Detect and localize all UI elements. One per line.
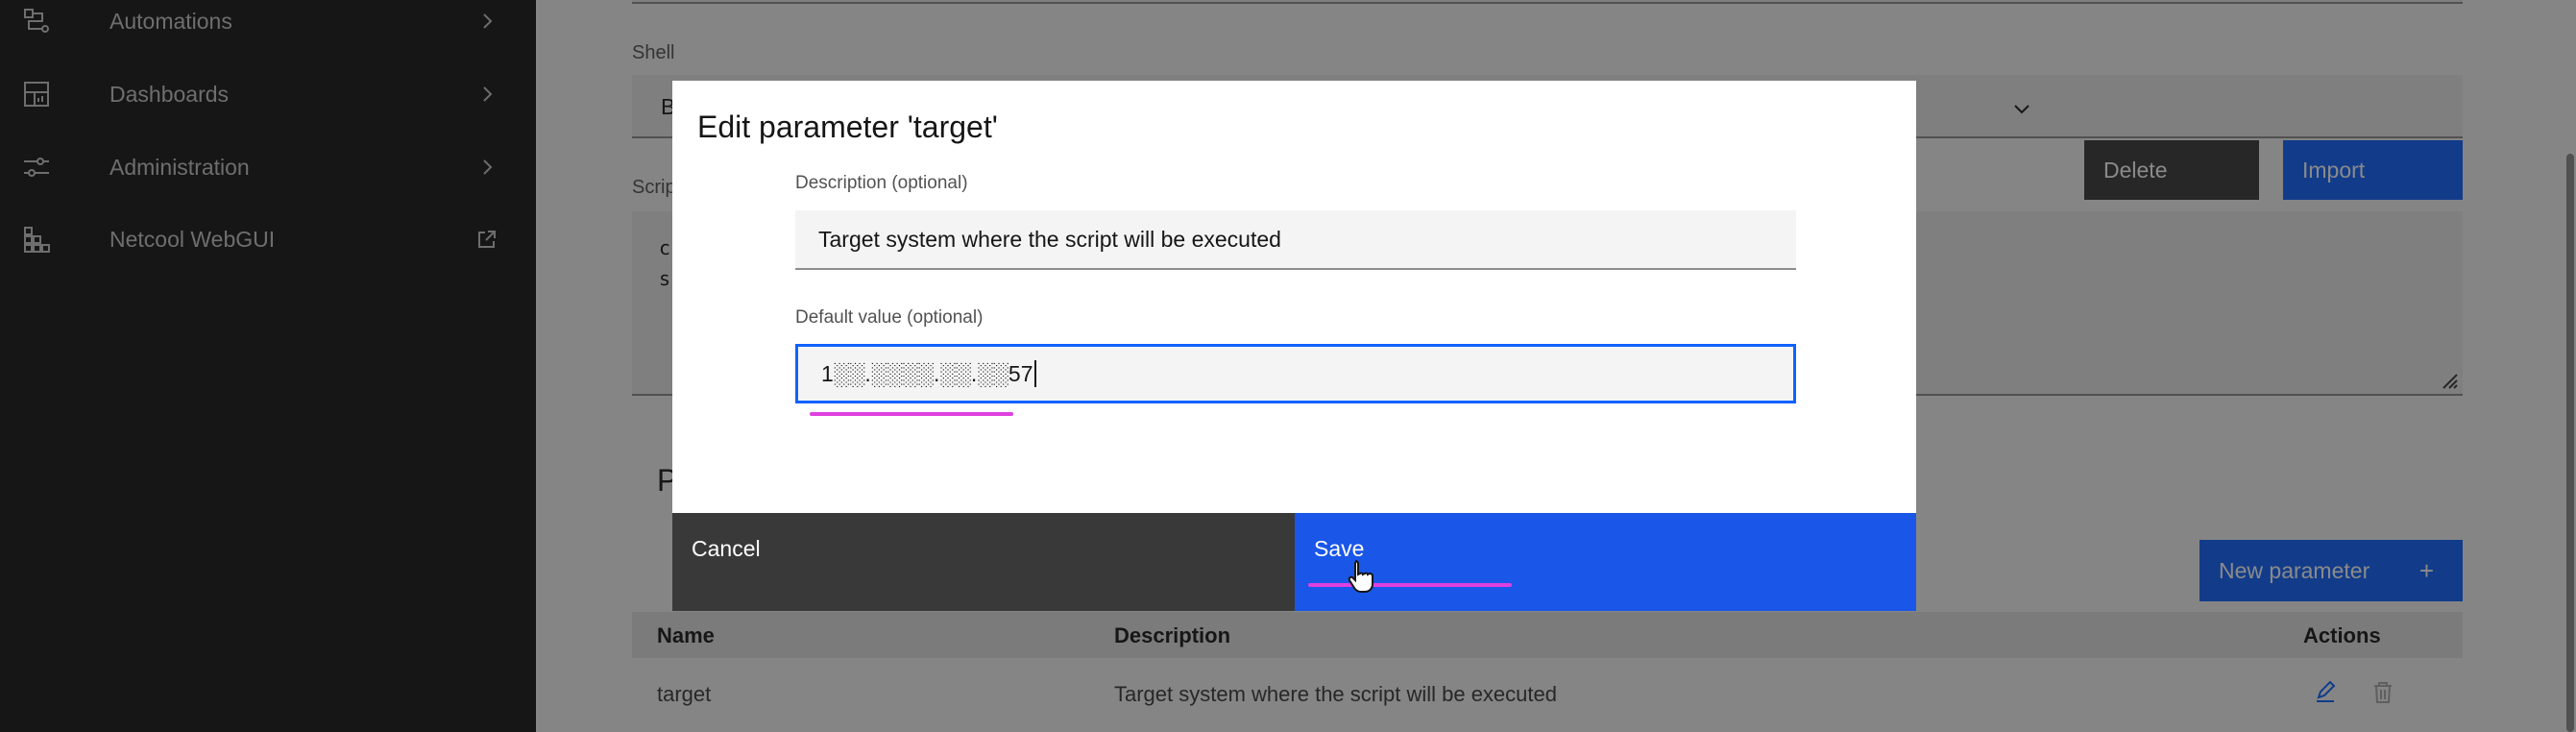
hand-pointer-icon [1348, 560, 1373, 593]
cancel-button[interactable]: Cancel [672, 513, 1295, 611]
modal-title: Edit parameter 'target' [697, 110, 998, 144]
highlight-underline [810, 412, 1013, 416]
default-value-input[interactable]: 1░░.░░░░.░░.░░57 [795, 344, 1796, 403]
description-value: Target system where the script will be e… [818, 226, 1281, 252]
save-button[interactable]: Save [1295, 513, 1916, 611]
description-label: Description (optional) [795, 173, 968, 193]
description-input[interactable]: Target system where the script will be e… [795, 210, 1796, 270]
text-caret [1033, 360, 1036, 387]
edit-parameter-modal: Edit parameter 'target' Description (opt… [672, 81, 1916, 611]
default-value-label: Default value (optional) [795, 307, 984, 328]
highlight-underline [1308, 583, 1512, 587]
default-value: 1░░.░░░░.░░.░░57 [821, 360, 1033, 386]
